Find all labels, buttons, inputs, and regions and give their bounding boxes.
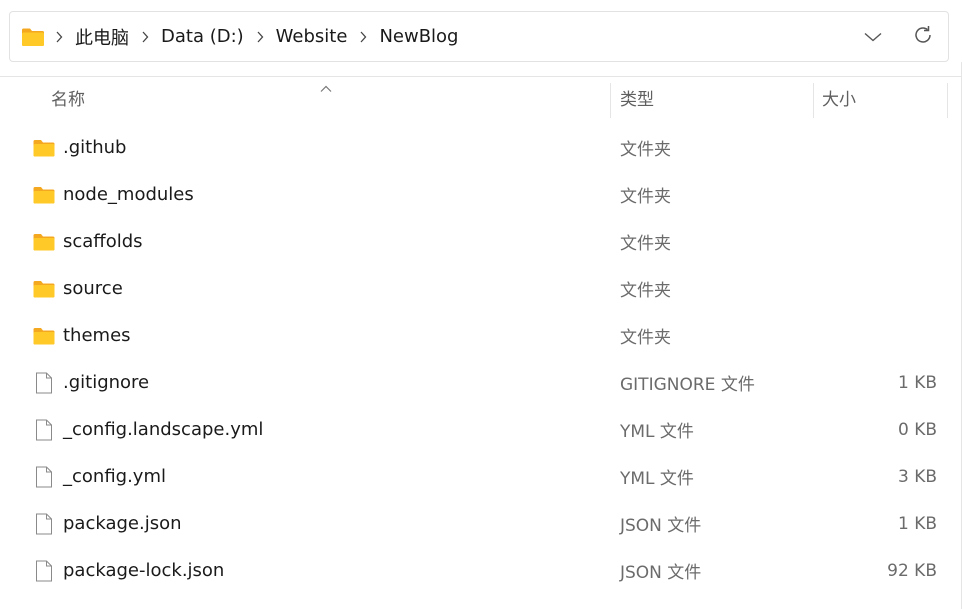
file-type: JSON 文件 <box>620 563 702 583</box>
list-item[interactable]: scaffolds 文件夹 <box>0 218 962 265</box>
column-header-type[interactable]: 类型 <box>620 77 654 118</box>
file-type: YML 文件 <box>620 469 694 489</box>
breadcrumb-website[interactable]: Website <box>274 26 350 47</box>
list-item[interactable]: _config.yml YML 文件 3 KB <box>0 453 962 500</box>
file-icon <box>33 372 55 394</box>
list-item[interactable]: .github 文件夹 <box>0 124 962 171</box>
folder-icon <box>33 278 55 300</box>
file-type: GITIGNORE 文件 <box>620 375 755 395</box>
file-size: 1 KB <box>897 513 937 534</box>
breadcrumb-newblog[interactable]: NewBlog <box>377 26 460 47</box>
chevron-right-icon[interactable] <box>131 31 159 43</box>
address-bar[interactable]: 此电脑 Data (D:) Website NewBlog <box>9 11 949 62</box>
list-item[interactable]: themes 文件夹 <box>0 312 962 359</box>
column-header-row: 名称 类型 大小 <box>0 77 962 118</box>
file-name: .github <box>63 137 127 158</box>
chevron-down-icon <box>864 27 882 46</box>
column-divider[interactable] <box>610 83 611 118</box>
file-name: themes <box>63 325 131 346</box>
file-name: _config.landscape.yml <box>63 419 264 440</box>
file-type: 文件夹 <box>620 281 671 301</box>
file-type: JSON 文件 <box>620 516 702 536</box>
column-divider[interactable] <box>813 83 814 118</box>
folder-icon <box>33 184 55 206</box>
breadcrumb-data-drive[interactable]: Data (D:) <box>159 26 246 47</box>
list-item[interactable]: package-lock.json JSON 文件 92 KB <box>0 547 962 594</box>
list-item[interactable]: package.json JSON 文件 1 KB <box>0 500 962 547</box>
file-type: 文件夹 <box>620 234 671 254</box>
chevron-right-icon[interactable] <box>246 31 274 43</box>
list-item[interactable]: node_modules 文件夹 <box>0 171 962 218</box>
breadcrumb: 此电脑 Data (D:) Website NewBlog <box>45 12 461 61</box>
file-name: scaffolds <box>63 231 143 252</box>
file-explorer-window: 此电脑 Data (D:) Website NewBlog 名称 类型 大小 .… <box>0 0 962 609</box>
file-type: 文件夹 <box>620 328 671 348</box>
file-name: package-lock.json <box>63 560 225 581</box>
folder-icon <box>33 231 55 253</box>
address-history-dropdown-button[interactable] <box>848 12 898 61</box>
chevron-right-icon[interactable] <box>349 31 377 43</box>
chevron-right-icon[interactable] <box>45 31 73 43</box>
file-type: YML 文件 <box>620 422 694 442</box>
file-name: _config.yml <box>63 466 166 487</box>
breadcrumb-this-pc[interactable]: 此电脑 <box>73 24 131 50</box>
folder-icon <box>33 325 55 347</box>
list-item[interactable]: _config.landscape.yml YML 文件 0 KB <box>0 406 962 453</box>
list-item[interactable]: .gitignore GITIGNORE 文件 1 KB <box>0 359 962 406</box>
refresh-icon <box>912 24 934 50</box>
file-icon <box>33 419 55 441</box>
column-header-size[interactable]: 大小 <box>822 77 856 118</box>
file-icon <box>33 466 55 488</box>
file-type: 文件夹 <box>620 140 671 160</box>
column-header-name[interactable]: 名称 <box>51 77 85 118</box>
file-size: 1 KB <box>897 372 937 393</box>
file-name: source <box>63 278 123 299</box>
file-type: 文件夹 <box>620 187 671 207</box>
file-icon <box>33 513 55 535</box>
file-name: package.json <box>63 513 182 534</box>
file-size: 92 KB <box>887 560 937 581</box>
column-divider[interactable] <box>947 83 948 118</box>
list-item[interactable]: source 文件夹 <box>0 265 962 312</box>
file-list: .github 文件夹 node_modules 文件夹 scaffolds 文… <box>0 124 962 594</box>
refresh-button[interactable] <box>898 12 948 61</box>
file-name: .gitignore <box>63 372 150 393</box>
file-name: node_modules <box>63 184 194 205</box>
folder-icon <box>21 27 45 47</box>
file-icon <box>33 560 55 582</box>
file-size: 0 KB <box>897 419 937 440</box>
file-size: 3 KB <box>897 466 937 487</box>
folder-icon <box>33 137 55 159</box>
